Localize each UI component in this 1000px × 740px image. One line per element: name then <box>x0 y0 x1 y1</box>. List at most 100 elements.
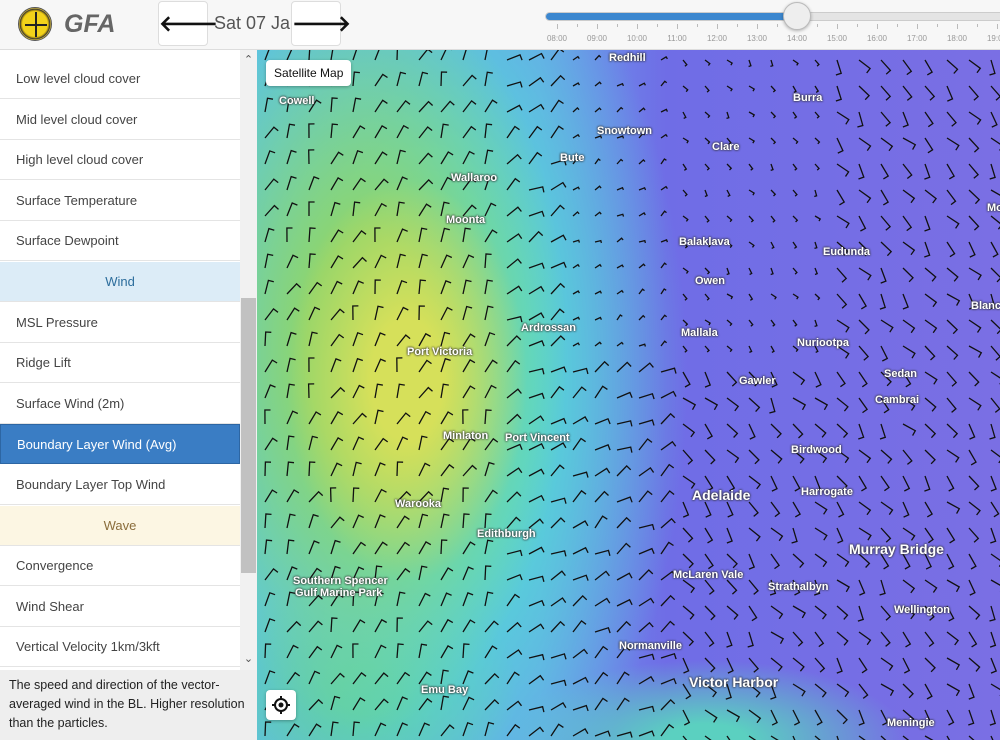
timeline-label[interactable]: 13:00 <box>742 34 772 43</box>
timeline-tick <box>877 24 878 29</box>
arrow-right-icon: 🡒 <box>292 11 351 36</box>
place-label: Blanchetown <box>971 300 1000 312</box>
place-label: Wallaroo <box>451 172 498 184</box>
layer-item[interactable]: Boundary Layer Wind (Avg) <box>0 424 240 465</box>
timeline-tick <box>917 24 918 29</box>
place-label: Ardrossan <box>521 322 577 334</box>
layer-item[interactable]: Wind <box>0 262 240 302</box>
place-label: Redhill <box>609 52 646 64</box>
timeline-tick <box>637 24 638 29</box>
timeline-label[interactable]: 19:00 <box>982 34 1000 43</box>
current-date: Sat 07 Jan <box>214 13 301 33</box>
timeline-tick <box>657 24 658 27</box>
timeline-tick <box>577 24 578 27</box>
place-label: Snowtown <box>597 125 652 137</box>
timeline-label[interactable]: 16:00 <box>862 34 892 43</box>
place-label: Strathalbyn <box>768 581 829 593</box>
scroll-down-icon[interactable]: ⌄ <box>240 652 257 665</box>
place-label: Mallala <box>681 327 718 339</box>
place-label: Balaklava <box>679 236 730 248</box>
timeline-tick <box>937 24 938 27</box>
place-label: Bute <box>560 152 585 164</box>
layer-item[interactable]: Convergence <box>0 546 240 587</box>
place-label: McLaren Vale <box>673 569 744 581</box>
place-label: Port Victoria <box>407 346 473 358</box>
timeline-label[interactable]: 14:00 <box>782 34 812 43</box>
layer-description: The speed and direction of the vector-av… <box>0 670 257 740</box>
place-label: Cambrai <box>875 394 920 406</box>
place-label: Emu Bay <box>421 684 469 696</box>
time-slider[interactable] <box>545 12 1000 21</box>
layer-item[interactable]: Ridge Lift <box>0 343 240 384</box>
scrollbar-thumb[interactable] <box>241 298 256 573</box>
place-label: Warooka <box>395 498 442 510</box>
place-label: Cowell <box>279 95 315 107</box>
place-label: Meningie <box>887 717 935 729</box>
timeline-tick <box>817 24 818 27</box>
satellite-map-button[interactable]: Satellite Map <box>266 60 352 86</box>
place-label: Eudunda <box>823 246 871 258</box>
time-slider-fill <box>546 13 798 20</box>
place-label: Clare <box>712 141 740 153</box>
next-day-button[interactable]: 🡒 <box>291 1 351 46</box>
layer-item[interactable]: Low level cloud cover <box>0 59 240 99</box>
place-label: Owen <box>695 275 725 287</box>
timeline-label[interactable]: 08:00 <box>542 34 572 43</box>
weather-map[interactable]: Redhill Cowell Burra Snowtown Clare Bute Walla… <box>257 50 1000 740</box>
place-label: Harrogate <box>801 486 853 498</box>
place-label: Adelaide <box>692 487 751 503</box>
timeline-tick <box>737 24 738 27</box>
place-label: Gawler <box>739 375 776 387</box>
timeline-label[interactable]: 15:00 <box>822 34 852 43</box>
place-label: Burra <box>793 92 823 104</box>
timeline-tick <box>557 24 558 29</box>
place-label: Nuriootpa <box>797 337 849 349</box>
place-label: Port Vincent <box>505 432 570 444</box>
timeline-tick <box>997 24 998 29</box>
place-label: Normanville <box>619 640 682 652</box>
place-label: Minlaton <box>443 430 489 442</box>
timeline-tick <box>717 24 718 29</box>
timeline-tick <box>977 24 978 27</box>
place-label: Morg <box>987 202 1000 214</box>
layer-item[interactable]: High level cloud cover <box>0 140 240 181</box>
gfa-logo <box>18 7 52 41</box>
layer-item[interactable]: Surface Temperature <box>0 180 240 221</box>
layer-item[interactable]: Surface Dewpoint <box>0 221 240 262</box>
timeline-tick <box>957 24 958 29</box>
timeline-label[interactable]: 11:00 <box>662 34 692 43</box>
layer-item[interactable]: Surface Wind (2m) <box>0 383 240 424</box>
place-label: Edithburgh <box>477 528 536 540</box>
timeline-label[interactable]: 10:00 <box>622 34 652 43</box>
layer-item[interactable]: MSL Pressure <box>0 302 240 343</box>
sidebar-scrollbar[interactable]: ⌃ ⌄ <box>240 50 257 670</box>
layer-item[interactable]: Boundary Layer Top Wind <box>0 465 240 505</box>
place-label: Wellington <box>894 604 951 616</box>
timeline-tick <box>837 24 838 29</box>
timeline-tick <box>617 24 618 27</box>
place-label: Sedan <box>884 368 918 380</box>
timeline-tick <box>757 24 758 29</box>
brand-name: GFA <box>64 10 116 38</box>
timeline-label[interactable]: 17:00 <box>902 34 932 43</box>
place-label: Birdwood <box>791 444 842 456</box>
arrow-left-icon: 🡐 <box>159 11 218 36</box>
timeline-tick <box>857 24 858 27</box>
timeline-tick <box>777 24 778 27</box>
time-slider-handle[interactable] <box>783 2 811 30</box>
crosshair-icon <box>272 696 290 714</box>
layer-item[interactable]: Vertical Velocity 1km/3kft <box>0 627 240 668</box>
layer-item[interactable]: Mid level cloud cover <box>0 99 240 140</box>
layer-item[interactable]: Wave <box>0 505 240 546</box>
locate-button[interactable] <box>266 690 296 720</box>
place-label: Victor Harbor <box>689 674 779 690</box>
timeline-tick <box>597 24 598 29</box>
timeline-label[interactable]: 09:00 <box>582 34 612 43</box>
header: GFA 🡐 Sat 07 Jan 🡒 08:00 09:00 10:00 11:00 1… <box>0 0 1000 50</box>
timeline-label[interactable]: 12:00 <box>702 34 732 43</box>
timeline-label[interactable]: 18:00 <box>942 34 972 43</box>
layer-item[interactable]: Wind Shear <box>0 586 240 627</box>
scroll-up-icon[interactable]: ⌃ <box>240 53 257 66</box>
timeline-tick <box>897 24 898 27</box>
previous-day-button[interactable]: 🡐 <box>158 1 218 46</box>
